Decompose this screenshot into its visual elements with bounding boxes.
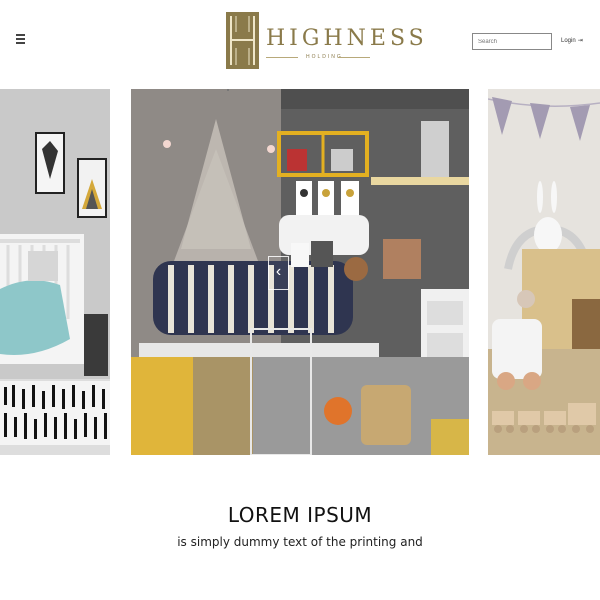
logo-divider xyxy=(338,57,370,58)
hero-subtitle: is simply dummy text of the printing and xyxy=(177,535,423,549)
logo-wordmark: HIGHNESS xyxy=(266,26,428,51)
login-arrow-icon: ⇥ xyxy=(577,38,583,44)
image-carousel: ‹ › xyxy=(0,89,600,455)
logo-mark-icon xyxy=(226,12,259,69)
hamburger-menu-icon[interactable] xyxy=(14,31,28,45)
hero-title: LOREM IPSUM xyxy=(227,503,373,527)
slide-image-toys[interactable] xyxy=(488,89,600,455)
chevron-left-icon: ‹ xyxy=(275,263,282,280)
slide-image-kids-room[interactable]: ‹ › xyxy=(131,89,469,455)
menu-bar xyxy=(16,38,25,40)
carousel-prev-button[interactable]: ‹ xyxy=(268,256,289,290)
brand-logo[interactable]: HIGHNESS HOLDING xyxy=(226,12,424,70)
slide-image-nursery[interactable] xyxy=(0,89,110,455)
menu-bar xyxy=(16,34,25,36)
login-link[interactable]: Login ⇥ xyxy=(561,37,583,44)
toys-illustration xyxy=(488,89,600,455)
logo-divider xyxy=(266,57,298,58)
search-input[interactable] xyxy=(472,33,552,50)
menu-bar xyxy=(16,42,25,44)
nursery-illustration xyxy=(0,89,110,455)
login-label: Login xyxy=(561,38,576,44)
kids-room-illustration xyxy=(131,89,469,455)
site-header: HIGHNESS HOLDING Login⇥ xyxy=(0,0,600,86)
